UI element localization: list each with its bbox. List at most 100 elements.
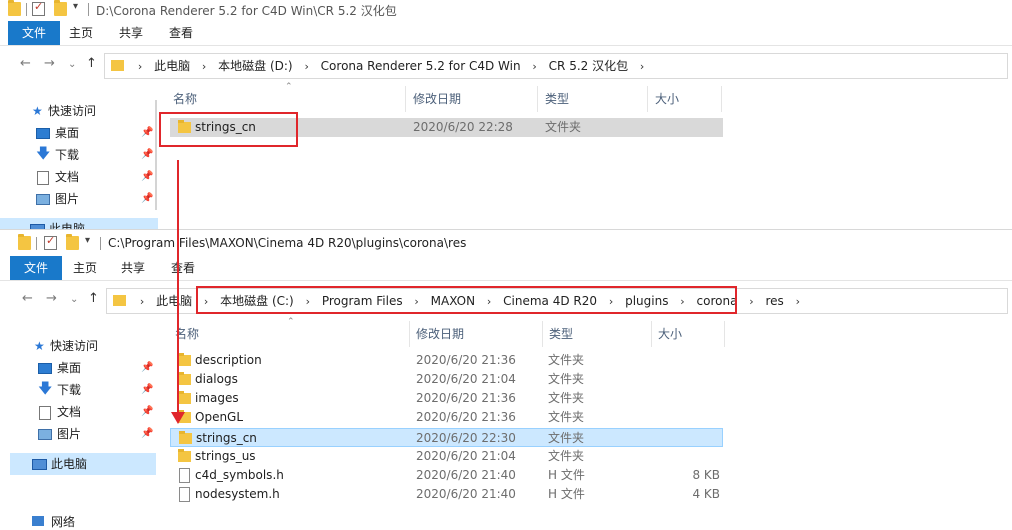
breadcrumb-item[interactable]: 此电脑	[150, 54, 194, 78]
file-size: 8 KB	[692, 468, 720, 482]
file-name: strings_cn	[196, 431, 257, 445]
column-divider[interactable]	[651, 321, 652, 347]
pin-icon[interactable]: 📌	[141, 144, 153, 166]
column-header-date[interactable]: 修改日期	[413, 86, 461, 112]
sidebar-item-documents[interactable]: 文档 📌	[0, 166, 158, 188]
column-header-size[interactable]: 大小	[658, 321, 682, 347]
chevron-right-icon[interactable]: ›	[528, 55, 540, 79]
sidebar-item-quick-access[interactable]: ★ 快速访问	[0, 335, 158, 357]
forward-arrow-icon[interactable]: →	[46, 291, 57, 306]
folder-icon	[178, 391, 191, 404]
properties-icon[interactable]	[32, 0, 45, 16]
computer-icon	[32, 459, 47, 470]
recent-chevron-icon[interactable]: ⌄	[70, 294, 78, 305]
file-row[interactable]: nodesystem.h 2020/6/20 21:40 H 文件 4 KB	[170, 485, 723, 504]
column-divider[interactable]	[721, 86, 722, 112]
file-row-selected[interactable]: strings_cn 2020/6/20 22:30 文件夹	[170, 428, 723, 447]
recent-chevron-icon[interactable]: ⌄	[68, 59, 76, 70]
column-header-size[interactable]: 大小	[655, 86, 679, 112]
column-header-name[interactable]: 名称	[173, 86, 197, 112]
sidebar-item-desktop[interactable]: 桌面 📌	[0, 122, 158, 144]
column-header-type[interactable]: 类型	[545, 86, 569, 112]
tab-file[interactable]: 文件	[8, 21, 60, 45]
new-folder-icon[interactable]	[66, 234, 79, 250]
chevron-down-icon[interactable]: ▾	[73, 1, 83, 15]
new-folder-icon[interactable]	[54, 0, 67, 16]
sidebar-item-desktop[interactable]: 桌面 📌	[0, 357, 158, 379]
column-header-type[interactable]: 类型	[549, 321, 573, 347]
column-divider[interactable]	[405, 86, 406, 112]
file-row[interactable]: images 2020/6/20 21:36 文件夹	[170, 389, 723, 408]
sidebar-item-this-pc[interactable]: 此电脑	[10, 453, 156, 475]
title-bar: ▾ D:\Corona Renderer 5.2 for C4D Win\CR …	[0, 0, 1012, 20]
pictures-icon	[38, 429, 52, 440]
column-divider[interactable]	[537, 86, 538, 112]
chevron-right-icon[interactable]: ›	[134, 55, 146, 79]
chevron-right-icon[interactable]: ›	[792, 290, 804, 314]
breadcrumb-item[interactable]: CR 5.2 汉化包	[545, 54, 632, 78]
pin-icon[interactable]: 📌	[141, 401, 153, 423]
column-divider[interactable]	[409, 321, 410, 347]
file-name: images	[195, 391, 239, 405]
file-date: 2020/6/20 22:30	[416, 431, 516, 445]
tab-home[interactable]: 主页	[60, 21, 102, 45]
chevron-right-icon[interactable]: ›	[198, 55, 210, 79]
file-type: 文件夹	[548, 372, 585, 386]
pin-icon[interactable]: 📌	[141, 423, 153, 445]
column-divider[interactable]	[724, 321, 725, 347]
file-row[interactable]: description 2020/6/20 21:36 文件夹	[170, 351, 723, 370]
sort-ascending-icon: ⌃	[287, 317, 295, 327]
sidebar-item-documents[interactable]: 文档 📌	[0, 401, 158, 423]
column-divider[interactable]	[542, 321, 543, 347]
sidebar-item-pictures[interactable]: 图片 📌	[0, 188, 158, 210]
chevron-right-icon[interactable]: ›	[136, 290, 148, 314]
breadcrumb-item[interactable]: 此电脑	[152, 289, 196, 313]
tab-share[interactable]: 共享	[110, 21, 152, 45]
tab-file[interactable]: 文件	[10, 256, 62, 280]
up-arrow-icon[interactable]: ↑	[88, 291, 99, 306]
tab-view[interactable]: 查看	[160, 21, 202, 45]
back-arrow-icon[interactable]: ←	[22, 291, 33, 306]
scrollbar[interactable]	[155, 100, 157, 210]
breadcrumb-item[interactable]: res	[762, 289, 788, 313]
address-bar[interactable]: › 此电脑 › 本地磁盘 (D:) › Corona Renderer 5.2 …	[104, 53, 1008, 79]
chevron-right-icon[interactable]: ›	[636, 55, 648, 79]
file-row[interactable]: c4d_symbols.h 2020/6/20 21:40 H 文件 8 KB	[170, 466, 723, 485]
file-row[interactable]: dialogs 2020/6/20 21:04 文件夹	[170, 370, 723, 389]
properties-icon[interactable]	[44, 234, 57, 250]
sidebar-item-label: 文档	[55, 170, 80, 184]
file-date: 2020/6/20 21:36	[416, 391, 516, 405]
file-row[interactable]: OpenGL 2020/6/20 21:36 文件夹	[170, 408, 723, 427]
file-row[interactable]: strings_us 2020/6/20 21:04 文件夹	[170, 447, 723, 466]
file-date: 2020/6/20 21:04	[416, 372, 516, 386]
pin-icon[interactable]: 📌	[141, 188, 153, 210]
sidebar-item-quick-access[interactable]: ★ 快速访问	[0, 100, 158, 122]
pin-icon[interactable]: 📌	[141, 379, 153, 401]
folder-icon	[179, 431, 192, 444]
sidebar-item-pictures[interactable]: 图片 📌	[0, 423, 158, 445]
pin-icon[interactable]: 📌	[141, 166, 153, 188]
sidebar-item-downloads[interactable]: 🡇 下载 📌	[0, 379, 158, 401]
back-arrow-icon[interactable]: ←	[20, 56, 31, 71]
up-arrow-icon[interactable]: ↑	[86, 56, 97, 71]
pin-icon[interactable]: 📌	[141, 357, 153, 379]
chevron-right-icon[interactable]: ›	[300, 55, 312, 79]
breadcrumb-item[interactable]: Corona Renderer 5.2 for C4D Win	[317, 54, 525, 78]
tab-share[interactable]: 共享	[112, 256, 154, 280]
tab-view[interactable]: 查看	[162, 256, 204, 280]
column-divider[interactable]	[647, 86, 648, 112]
forward-arrow-icon[interactable]: →	[44, 56, 55, 71]
column-header-date[interactable]: 修改日期	[416, 321, 464, 347]
tab-home[interactable]: 主页	[64, 256, 106, 280]
chevron-right-icon[interactable]: ›	[745, 290, 757, 314]
folder-icon	[113, 295, 126, 306]
highlight-box-destination-path	[196, 286, 737, 314]
pin-icon[interactable]: 📌	[141, 122, 153, 144]
sidebar-item-downloads[interactable]: 🡇 下载 📌	[0, 144, 158, 166]
file-name: dialogs	[195, 372, 238, 386]
folder-icon	[178, 372, 191, 385]
chevron-down-icon[interactable]: ▾	[85, 235, 95, 249]
breadcrumb-item[interactable]: 本地磁盘 (D:)	[214, 54, 296, 78]
file-date: 2020/6/20 21:40	[416, 487, 516, 501]
sidebar-item-network[interactable]: 网络	[0, 511, 158, 530]
